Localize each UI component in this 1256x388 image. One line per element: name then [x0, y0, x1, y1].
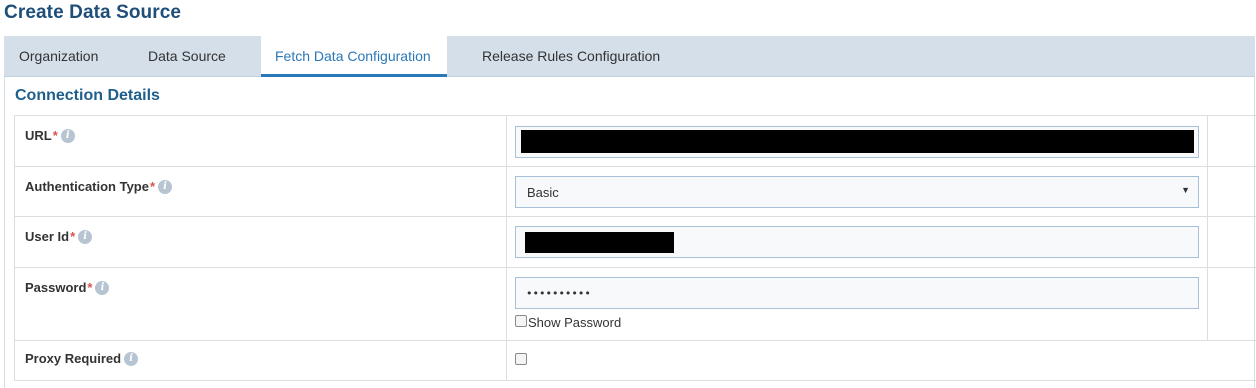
user-id-row: User Id * i	[14, 216, 1256, 267]
page-title: Create Data Source	[4, 2, 182, 23]
user-id-input[interactable]	[515, 226, 1199, 258]
info-icon[interactable]: i	[95, 281, 110, 295]
password-label-cell: Password * i	[14, 268, 507, 340]
url-label-group: URL * i	[25, 127, 75, 143]
url-row: URL * i	[14, 115, 1256, 166]
tab-fetch-data-configuration-label: Fetch Data Configuration	[275, 48, 431, 64]
auth-type-label: Authentication Type	[25, 178, 149, 194]
user-id-label: User Id	[25, 228, 70, 244]
url-label: URL	[25, 127, 52, 143]
password-input[interactable]: ••••••••••	[515, 277, 1199, 309]
url-required-marker: *	[52, 127, 58, 143]
tab-organization[interactable]: Organization	[4, 36, 114, 77]
proxy-required-checkbox[interactable]	[515, 353, 527, 365]
proxy-label: Proxy Required	[25, 350, 122, 366]
tab-fetch-data-configuration[interactable]: Fetch Data Configuration	[261, 36, 447, 77]
show-password-checkbox[interactable]	[515, 315, 527, 327]
caret-down-icon: ▼	[1181, 185, 1190, 195]
redacted-user-id-value	[525, 232, 674, 253]
auth-type-selected-value: Basic	[527, 185, 559, 200]
user-id-extra-cell	[1207, 217, 1256, 267]
tab-data-source[interactable]: Data Source	[114, 36, 256, 77]
url-input[interactable]	[515, 126, 1199, 158]
password-required-marker: *	[87, 279, 93, 295]
user-id-value-cell	[507, 217, 1207, 267]
password-extra-cell	[1207, 268, 1256, 340]
user-id-label-group: User Id * i	[25, 228, 93, 244]
auth-type-select[interactable]: Basic ▼	[515, 176, 1199, 208]
auth-type-row: Authentication Type * i Basic ▼	[14, 166, 1256, 216]
password-row: Password * i •••••••••• Show Password	[14, 267, 1256, 340]
auth-type-label-cell: Authentication Type * i	[14, 167, 507, 216]
tab-release-rules-configuration[interactable]: Release Rules Configuration	[447, 36, 687, 77]
proxy-value-cell	[507, 341, 1256, 380]
auth-type-required-marker: *	[149, 178, 156, 194]
proxy-label-cell: Proxy Required i	[14, 341, 507, 380]
auth-type-value-cell: Basic ▼	[507, 167, 1207, 216]
info-icon[interactable]: i	[158, 180, 173, 194]
url-extra-cell	[1207, 116, 1256, 166]
info-icon[interactable]: i	[124, 352, 139, 366]
password-label: Password	[25, 279, 87, 295]
tab-organization-label: Organization	[19, 48, 99, 64]
password-masked-value: ••••••••••	[526, 287, 591, 300]
url-value-cell	[507, 116, 1207, 166]
info-icon[interactable]: i	[78, 230, 93, 244]
show-password-label[interactable]: Show Password	[528, 315, 621, 330]
password-value-cell: •••••••••• Show Password	[507, 268, 1207, 340]
proxy-row: Proxy Required i	[14, 340, 1256, 381]
user-id-label-cell: User Id * i	[14, 217, 507, 267]
auth-type-extra-cell	[1207, 167, 1256, 216]
section-title: Connection Details	[15, 87, 160, 104]
info-icon[interactable]: i	[60, 129, 75, 143]
auth-type-label-group: Authentication Type * i	[25, 178, 173, 194]
user-id-required-marker: *	[70, 228, 76, 244]
url-label-cell: URL * i	[14, 116, 507, 166]
redacted-url-value	[521, 130, 1194, 153]
tab-release-rules-configuration-label: Release Rules Configuration	[482, 48, 661, 64]
proxy-label-group: Proxy Required i	[25, 350, 139, 366]
tabs-bar: Organization Data Source Fetch Data Conf…	[4, 36, 1255, 77]
password-label-group: Password * i	[25, 279, 110, 295]
tab-data-source-label: Data Source	[148, 48, 226, 64]
